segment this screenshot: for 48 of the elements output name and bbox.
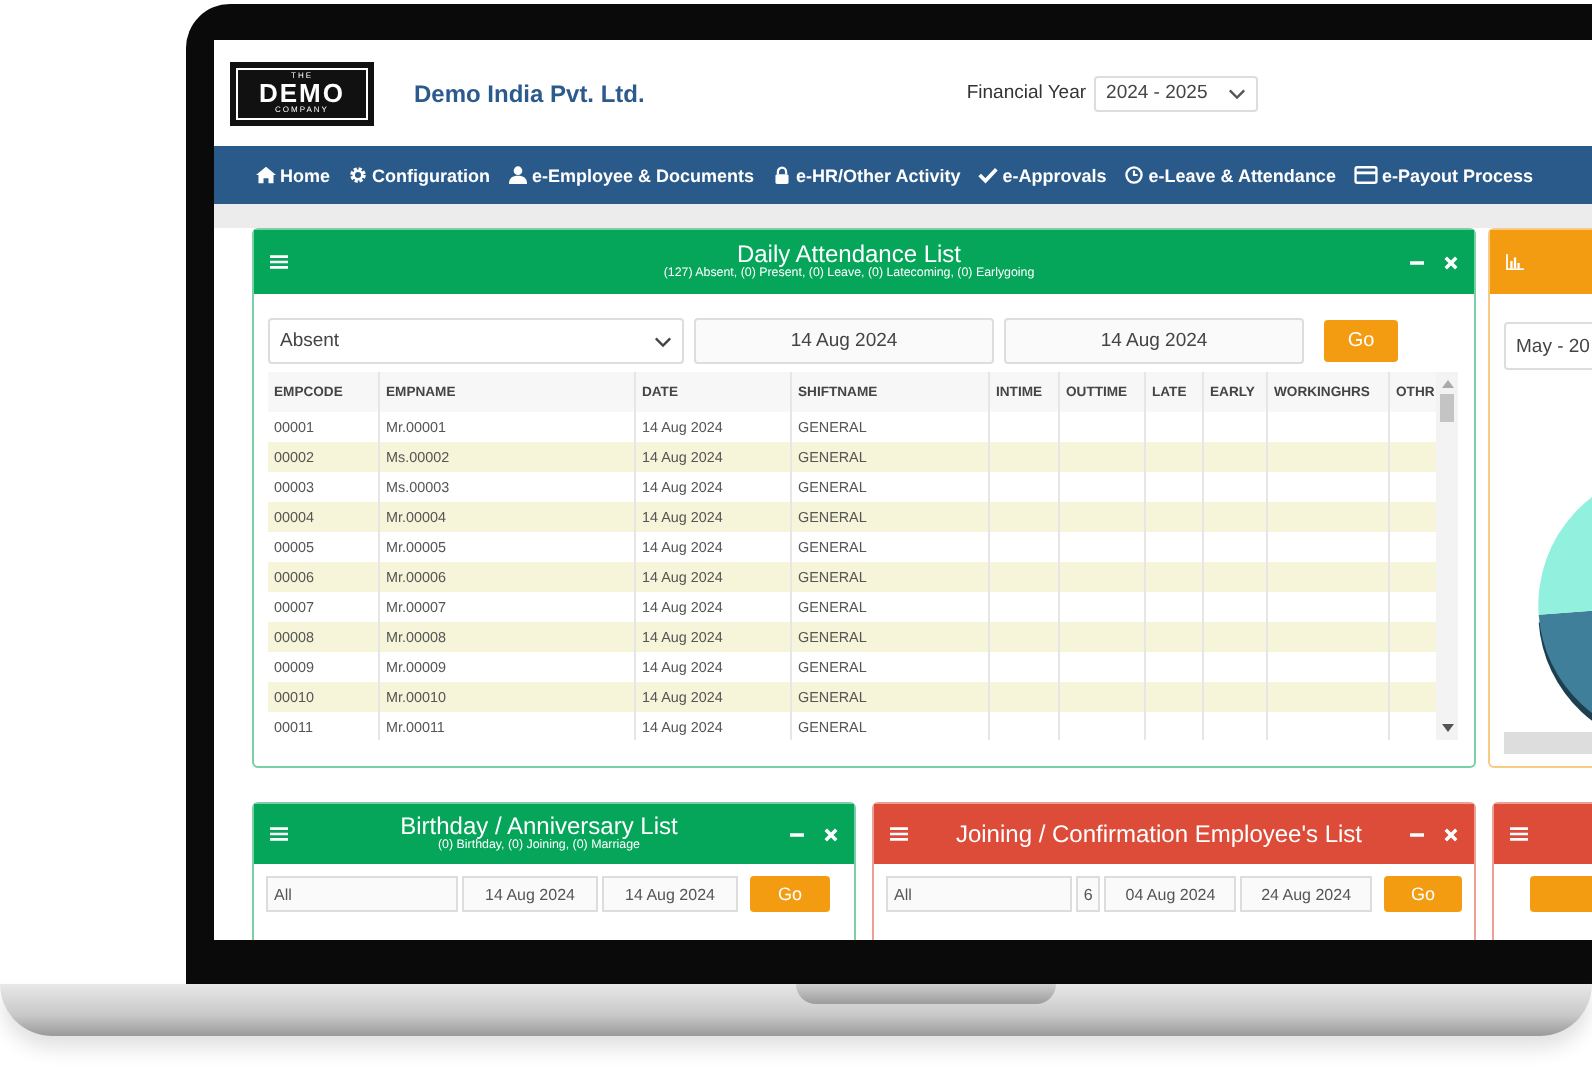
nav-item[interactable]: e-Payout Process xyxy=(1353,165,1533,185)
date-field[interactable]: 04 Aug 2024 xyxy=(1104,876,1237,912)
scroll-up-icon[interactable] xyxy=(1441,380,1453,388)
nav-item[interactable]: e-HR/Other Activity xyxy=(772,165,961,185)
user-icon xyxy=(508,166,529,184)
count-select[interactable]: 6 xyxy=(1075,876,1101,912)
status-select[interactable]: Absent xyxy=(268,318,684,364)
card-icon xyxy=(1353,166,1378,184)
panel-title: Daily Attendance List xyxy=(736,242,962,269)
menu-icon[interactable] xyxy=(270,254,288,270)
lock-icon xyxy=(772,166,793,184)
clock-icon xyxy=(1124,166,1145,184)
month-select[interactable]: May - 20 xyxy=(1504,322,1592,370)
minimize-icon[interactable] xyxy=(1410,827,1424,841)
date-field[interactable]: 24 Aug 2024 xyxy=(1240,876,1372,912)
chevron-icon xyxy=(1228,87,1247,99)
nav-item[interactable]: e-Approvals xyxy=(978,165,1107,185)
menu-icon[interactable] xyxy=(1510,826,1528,842)
settings-icon xyxy=(348,166,369,184)
scrollbar[interactable] xyxy=(1436,372,1458,740)
from-date-field[interactable]: 14 Aug 2024 xyxy=(694,318,994,364)
close-icon[interactable] xyxy=(1444,255,1458,269)
date-field[interactable]: 14 Aug 2024 xyxy=(462,876,598,912)
filter-select[interactable]: All xyxy=(886,876,1072,912)
to-date-field[interactable]: 14 Aug 2024 xyxy=(1004,318,1304,364)
scroll-thumb[interactable] xyxy=(1440,394,1454,422)
scroll-down-icon[interactable] xyxy=(1441,724,1453,732)
nav-item[interactable]: e-Leave & Attendance xyxy=(1124,165,1336,185)
check-icon xyxy=(978,166,999,184)
minimize-icon[interactable] xyxy=(790,827,804,841)
nav-item[interactable]: Configuration xyxy=(348,165,491,185)
menu-icon[interactable] xyxy=(890,826,908,842)
chevron-icon xyxy=(654,335,672,347)
company-name: Demo India Pvt. Ltd. xyxy=(414,79,645,107)
nav-item[interactable]: e-Employee & Documents xyxy=(508,165,755,185)
menu-icon[interactable] xyxy=(270,826,288,842)
filter-select[interactable]: All xyxy=(266,876,458,912)
financial-year-select[interactable]: 2024 - 2025 xyxy=(1094,75,1259,111)
panel-title: Birthday / Anniversary List xyxy=(400,814,678,841)
bar-chart-icon[interactable] xyxy=(1506,254,1524,270)
financial-year-label: Financial Year xyxy=(966,82,1087,104)
panel-title: Joining / Confirmation Employee's List xyxy=(955,821,1363,847)
date-field[interactable]: 14 Aug 2024 xyxy=(602,876,738,912)
close-icon[interactable] xyxy=(824,827,838,841)
home-icon xyxy=(256,166,276,184)
minimize-icon[interactable] xyxy=(1410,255,1424,269)
nav-item[interactable]: Home xyxy=(256,165,331,185)
close-icon[interactable] xyxy=(1444,827,1458,841)
